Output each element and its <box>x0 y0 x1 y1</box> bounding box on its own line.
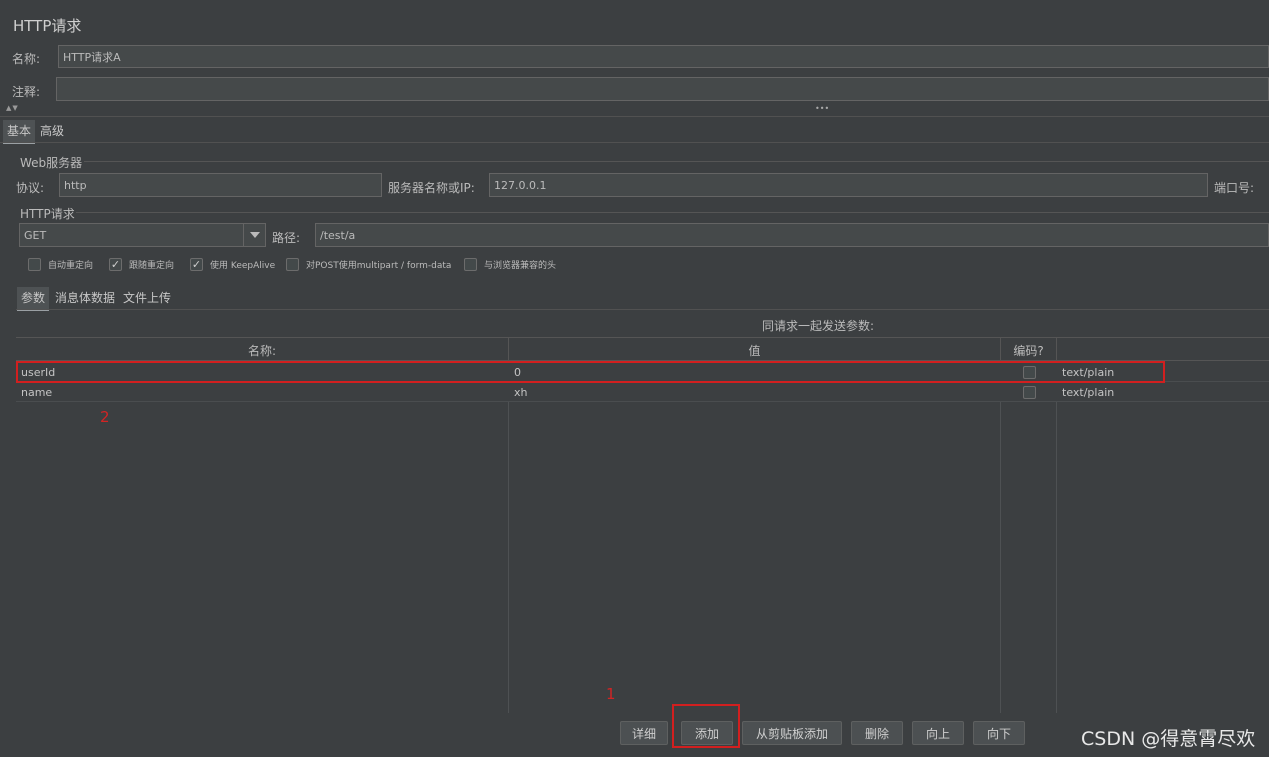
collapse-arrows-icon[interactable]: ▲▼ <box>6 104 19 112</box>
cell-value[interactable]: xh <box>509 382 1001 402</box>
parameters-table: 名称: 值 编码? userId 0 text/plain name xh te… <box>16 337 1269 713</box>
comment-label: 注释: <box>12 85 41 99</box>
tab-basic[interactable]: 基本 <box>3 120 36 144</box>
tab-body-data[interactable]: 消息体数据 <box>51 287 119 309</box>
column-header-name[interactable]: 名称: <box>16 338 509 362</box>
tab-file-upload[interactable]: 文件上传 <box>119 287 175 309</box>
annotation-two: 2 <box>100 408 110 426</box>
method-value: GET <box>24 228 47 242</box>
tab-advanced[interactable]: 高级 <box>36 120 68 142</box>
annotation-one: 1 <box>606 685 616 703</box>
name-label: 名称: <box>12 52 41 66</box>
page-title: HTTP请求 <box>13 17 82 35</box>
method-select[interactable]: GET <box>19 223 266 247</box>
comment-input[interactable] <box>56 77 1269 101</box>
cell-name[interactable]: name <box>16 382 509 402</box>
column-header-encode[interactable]: 编码? <box>1001 338 1057 362</box>
table-caption: 同请求一起发送参数: <box>762 319 875 333</box>
checkbox-icon[interactable] <box>1022 385 1036 399</box>
path-input[interactable]: /test/a <box>315 223 1269 247</box>
checkbox-icon[interactable] <box>286 258 299 271</box>
chevron-down-icon[interactable] <box>243 224 265 246</box>
column-header-value[interactable]: 值 <box>509 338 1001 362</box>
server-input[interactable]: 127.0.0.1 <box>489 173 1208 197</box>
checkbox-icon[interactable] <box>464 258 477 271</box>
checkbox-checked-icon[interactable]: ✓ <box>190 258 203 271</box>
detail-button[interactable]: 详细 <box>620 721 668 745</box>
option-follow-redirect[interactable]: ✓ 跟随重定向 <box>109 258 174 271</box>
highlight-box-add <box>672 704 740 748</box>
cell-encode[interactable] <box>1001 382 1057 402</box>
column-header-content-type[interactable] <box>1057 338 1269 362</box>
splitter-handle-icon[interactable]: ••• <box>815 104 829 113</box>
port-label: 端口号: <box>1214 181 1255 195</box>
table-header: 名称: 值 编码? <box>16 337 1269 362</box>
name-input[interactable]: HTTP请求A <box>58 45 1269 68</box>
option-multipart[interactable]: 对POST使用multipart / form-data <box>286 258 451 271</box>
checkbox-icon[interactable] <box>28 258 41 271</box>
move-down-button[interactable]: 向下 <box>973 721 1025 745</box>
option-keepalive[interactable]: ✓ 使用 KeepAlive <box>190 258 275 271</box>
watermark: CSDN @得意霄尽欢 <box>1081 728 1256 750</box>
delete-button[interactable]: 删除 <box>851 721 903 745</box>
http-request-group-label: HTTP请求 <box>20 207 75 221</box>
tab-parameters[interactable]: 参数 <box>17 287 50 311</box>
table-row[interactable]: name xh text/plain <box>16 382 1269 402</box>
highlight-box-row <box>16 361 1165 383</box>
checkbox-checked-icon[interactable]: ✓ <box>109 258 122 271</box>
option-browser-headers[interactable]: 与浏览器兼容的头 <box>464 258 556 271</box>
web-server-group-label: Web服务器 <box>20 156 83 170</box>
move-up-button[interactable]: 向上 <box>912 721 964 745</box>
protocol-label: 协议: <box>16 181 45 195</box>
protocol-input[interactable]: http <box>59 173 382 197</box>
server-label: 服务器名称或IP: <box>388 181 475 195</box>
cell-content-type[interactable]: text/plain <box>1057 382 1269 402</box>
add-from-clipboard-button[interactable]: 从剪贴板添加 <box>742 721 842 745</box>
option-auto-redirect[interactable]: 自动重定向 <box>28 258 93 271</box>
path-label: 路径: <box>272 231 301 245</box>
